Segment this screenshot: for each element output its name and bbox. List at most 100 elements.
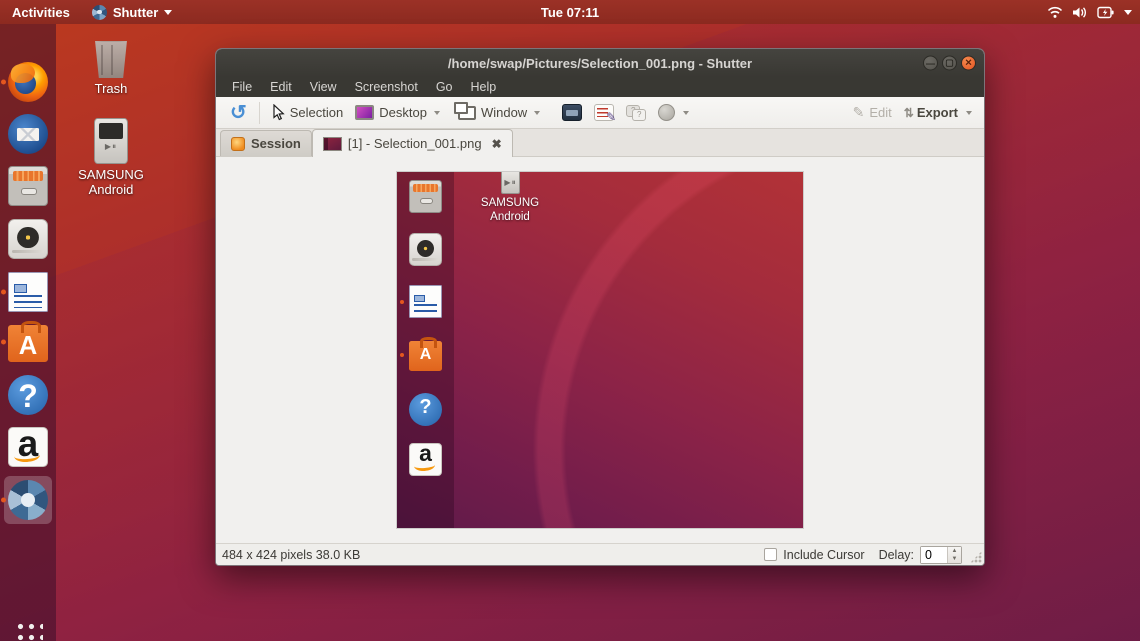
refresh-icon: ↻	[230, 103, 247, 123]
maximize-button[interactable]: ▢	[942, 56, 957, 71]
battery-icon	[1097, 6, 1115, 19]
screenshot-preview-image[interactable]: ▶⏸ SAMSUNG Android	[397, 172, 803, 528]
desktop-label: Desktop	[379, 105, 427, 120]
rhythmbox-icon	[8, 219, 48, 259]
notes-capture-icon	[594, 104, 614, 121]
preview-device-label: SAMSUNG Android	[469, 196, 551, 225]
activities-button[interactable]: Activities	[0, 0, 82, 24]
close-button[interactable]: ✕	[961, 56, 976, 71]
dock-item-rhythmbox[interactable]	[8, 219, 48, 259]
file-manager-icon	[8, 166, 48, 206]
include-cursor-checkbox[interactable]	[764, 548, 777, 561]
top-bar: Activities Shutter Tue 07:11	[0, 0, 1140, 24]
running-indicator	[1, 80, 6, 85]
image-size-info: 484 x 424 pixels 38.0 KB	[222, 548, 764, 562]
menu-capture-icon	[562, 104, 582, 121]
dock-item-help[interactable]	[8, 375, 48, 415]
delay-input[interactable]	[921, 547, 947, 563]
dock-item-firefox[interactable]	[8, 62, 48, 102]
screenshot-thumbnail-icon	[323, 137, 342, 151]
tab-label: [1] - Selection_001.png	[348, 136, 482, 151]
cursor-icon	[272, 104, 285, 121]
menu-help[interactable]: Help	[463, 80, 505, 94]
edit-button[interactable]: ✎ Edit	[847, 101, 898, 124]
dock	[0, 24, 56, 641]
chevron-down-icon	[434, 111, 440, 115]
dock-item-shutter[interactable]	[4, 476, 52, 524]
menu-bar: File Edit View Screenshot Go Help	[216, 77, 984, 97]
menu-view[interactable]: View	[302, 80, 345, 94]
delay-label: Delay:	[879, 548, 914, 562]
running-indicator	[1, 290, 6, 295]
selection-label: Selection	[290, 105, 343, 120]
app-menu-label: Shutter	[113, 5, 159, 20]
volume-icon	[1072, 6, 1088, 19]
desktop-capture-button[interactable]: Desktop	[349, 102, 446, 123]
shutter-window: /home/swap/Pictures/Selection_001.png - …	[215, 48, 985, 566]
web-capture-icon	[658, 104, 675, 121]
system-tray[interactable]	[1047, 0, 1132, 24]
libreoffice-writer-icon	[8, 272, 48, 312]
redo-last-capture-button[interactable]: ↻	[224, 100, 253, 126]
chevron-down-icon[interactable]	[966, 111, 972, 115]
toolbar: ↻ Selection Desktop Window	[216, 97, 984, 129]
toolbar-separator	[259, 102, 260, 124]
tooltip-capture-button[interactable]	[620, 101, 652, 124]
desktop-icon-samsung-android[interactable]: ▶⏸ SAMSUNG Android	[74, 118, 148, 198]
web-capture-button[interactable]	[652, 101, 681, 124]
tab-label: Session	[251, 136, 301, 151]
tooltip-capture-icon	[626, 104, 646, 121]
desktop-icon-label: Trash	[74, 82, 148, 97]
window-capture-button[interactable]: Window	[452, 102, 546, 123]
spinner-down-icon[interactable]: ▼	[948, 555, 961, 563]
menu-go[interactable]: Go	[428, 80, 461, 94]
preview-software-icon	[409, 338, 442, 371]
preview-media-device-icon: ▶⏸	[501, 172, 520, 194]
dock-item-libreoffice-writer[interactable]	[8, 272, 48, 312]
menu-file[interactable]: File	[224, 80, 260, 94]
tab-selection-001[interactable]: [1] - Selection_001.png ✖	[312, 129, 513, 157]
window-label: Window	[481, 105, 527, 120]
delay-spinner[interactable]: ▲ ▼	[920, 546, 962, 564]
menu-capture-button[interactable]	[556, 101, 588, 124]
shutter-app-icon	[92, 5, 107, 20]
app-menu-button[interactable]: Shutter	[82, 5, 183, 20]
tooltip-notes-capture-button[interactable]	[588, 101, 620, 124]
amazon-icon	[8, 427, 48, 467]
export-button[interactable]: ⇅ Export	[898, 102, 964, 123]
selection-capture-button[interactable]: Selection	[266, 101, 349, 124]
preview-amazon-icon	[409, 443, 442, 476]
show-applications-button[interactable]	[13, 619, 43, 641]
dock-item-ubuntu-software[interactable]	[8, 322, 48, 362]
trash-icon	[92, 36, 130, 78]
dock-item-amazon[interactable]	[8, 427, 48, 467]
menu-screenshot[interactable]: Screenshot	[347, 80, 426, 94]
status-bar: 484 x 424 pixels 38.0 KB Include Cursor …	[216, 543, 984, 565]
tab-close-icon[interactable]: ✖	[492, 137, 502, 151]
export-label: Export	[917, 105, 958, 120]
dock-item-thunderbird[interactable]	[8, 114, 48, 154]
pencil-icon: ✎	[853, 104, 865, 121]
session-icon	[231, 137, 245, 151]
running-indicator	[1, 340, 6, 345]
minimize-button[interactable]: —	[923, 56, 938, 71]
tab-bar: Session [1] - Selection_001.png ✖	[216, 129, 984, 157]
wifi-icon	[1047, 6, 1063, 19]
help-icon	[8, 375, 48, 415]
tab-session[interactable]: Session	[220, 130, 312, 156]
chevron-down-icon[interactable]	[683, 111, 689, 115]
clock[interactable]: Tue 07:11	[541, 5, 599, 20]
ubuntu-software-icon	[8, 325, 48, 362]
firefox-icon	[8, 62, 48, 102]
chevron-down-icon	[1124, 10, 1132, 15]
dock-item-files[interactable]	[8, 166, 48, 206]
desktop-icon	[355, 105, 374, 120]
preview-files-icon	[409, 180, 442, 213]
preview-writer-icon	[409, 285, 442, 318]
menu-edit[interactable]: Edit	[262, 80, 300, 94]
desktop-icon-trash[interactable]: Trash	[74, 36, 148, 97]
window-titlebar[interactable]: /home/swap/Pictures/Selection_001.png - …	[216, 49, 984, 77]
chevron-down-icon	[534, 111, 540, 115]
spinner-up-icon[interactable]: ▲	[948, 547, 961, 555]
preview-dock-strip	[397, 172, 454, 528]
